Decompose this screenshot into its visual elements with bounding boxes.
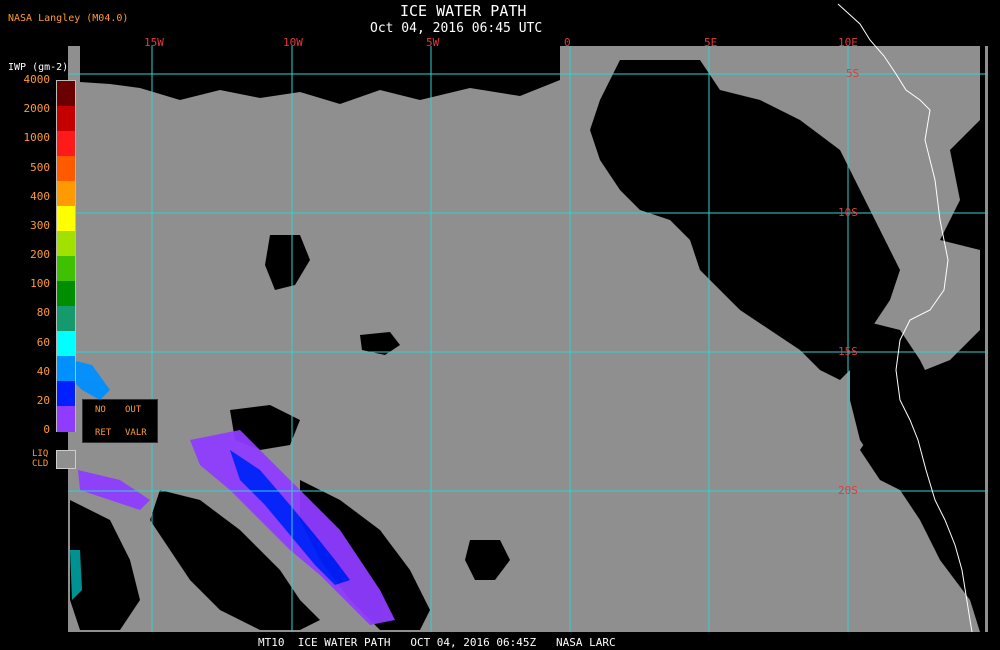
legend-swatch bbox=[57, 356, 75, 382]
lon-label-15w: 15W bbox=[144, 36, 164, 49]
legend-swatch bbox=[57, 381, 75, 407]
legend-swatch bbox=[57, 281, 75, 307]
legend-tick-label: 80 bbox=[36, 306, 50, 320]
legend-tick-label: 4000 bbox=[23, 73, 51, 86]
lon-label-5w: 5W bbox=[426, 36, 440, 49]
legend-swatch bbox=[57, 406, 75, 432]
liquid-cloud-label: LIQ CLD bbox=[32, 449, 48, 469]
legend-swatch bbox=[57, 331, 75, 357]
footer-caption: MT10 ICE WATER PATH OCT 04, 2016 06:45Z … bbox=[258, 636, 616, 649]
lat-label-5s: 5S bbox=[846, 67, 860, 80]
legend-tick-label: 300 bbox=[30, 218, 50, 232]
legend-tick-label: 200 bbox=[30, 248, 50, 261]
legend-swatch bbox=[57, 131, 75, 157]
lat-label-10s: 10S bbox=[838, 206, 858, 219]
ret-label: RET bbox=[95, 428, 112, 438]
legend-tick-label: 2000 bbox=[23, 102, 51, 116]
legend-tick-label: 400 bbox=[30, 189, 50, 203]
legend-tick-label: 100 bbox=[30, 277, 50, 291]
lon-label-0: 0 bbox=[564, 36, 571, 49]
legend-swatch bbox=[57, 156, 75, 182]
legend-swatch bbox=[57, 106, 75, 132]
out-label: OUT bbox=[125, 405, 142, 415]
legend-unit-label: IWP (gm-2) bbox=[8, 62, 69, 73]
ice-water-path-map[interactable] bbox=[0, 0, 1000, 650]
lon-label-10e: 10E bbox=[838, 36, 858, 49]
legend-tick-label: 500 bbox=[30, 160, 50, 174]
legend-tick-label: 0 bbox=[43, 423, 50, 436]
legend-swatch bbox=[57, 206, 75, 232]
liq-text: LIQ bbox=[32, 449, 49, 459]
timestamp-subtitle: Oct 04, 2016 06:45 UTC bbox=[370, 21, 543, 36]
color-scale-bar bbox=[56, 80, 76, 432]
no-retrieval-box: NO OUT RET VALR bbox=[82, 399, 158, 443]
lat-label-15s: 15S bbox=[838, 345, 858, 358]
legend-swatch bbox=[57, 231, 75, 257]
legend-tick-label: 20 bbox=[36, 393, 50, 407]
lon-label-5e: 5E bbox=[704, 36, 718, 49]
legend-swatch bbox=[57, 306, 75, 332]
legend-tick-label: 1000 bbox=[23, 131, 51, 145]
page-title: ICE WATER PATH bbox=[400, 2, 527, 20]
legend-tick-label: 40 bbox=[36, 364, 50, 378]
legend-swatch bbox=[57, 81, 75, 107]
valr-label: VALR bbox=[125, 428, 147, 438]
liquid-cloud-swatch bbox=[56, 450, 76, 469]
producer-label: NASA Langley (M04.0) bbox=[8, 13, 129, 24]
lat-label-20s: 20S bbox=[838, 484, 858, 497]
cld-text: CLD bbox=[32, 459, 49, 469]
legend-swatch bbox=[57, 181, 75, 207]
lon-label-10w: 10W bbox=[283, 36, 303, 49]
satellite-product-view: ICE WATER PATH Oct 04, 2016 06:45 UTC NA… bbox=[0, 0, 1000, 650]
legend-tick-label: 60 bbox=[36, 335, 50, 349]
legend-swatch bbox=[57, 256, 75, 282]
no-label: NO bbox=[95, 405, 106, 415]
